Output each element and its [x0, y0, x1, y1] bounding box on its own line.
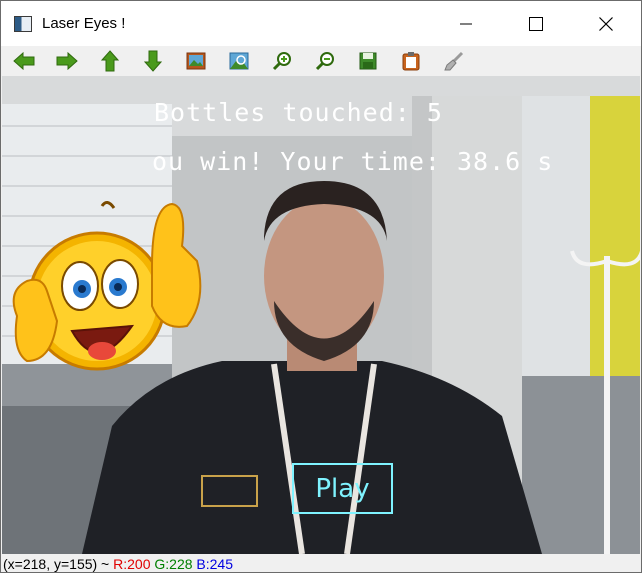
pan-right-icon: [56, 52, 78, 70]
status-b-value: B:245: [196, 556, 234, 572]
pan-up-icon: [101, 50, 119, 72]
maximize-button[interactable]: [501, 1, 571, 46]
minimize-icon: [460, 23, 472, 24]
maximize-icon: [529, 16, 543, 31]
title-bar: Laser Eyes !: [1, 1, 641, 46]
pan-down-button[interactable]: [141, 50, 165, 72]
zoom-image-icon: [186, 52, 206, 70]
pan-left-icon: [13, 52, 35, 70]
pan-down-icon: [144, 50, 162, 72]
window-title: Laser Eyes !: [42, 15, 126, 32]
window-controls: [431, 1, 641, 46]
properties-brush-icon: [444, 51, 464, 71]
status-bar: (x=218, y=155) ~ R:200 G:228 B:245: [1, 554, 641, 572]
close-button[interactable]: [571, 1, 641, 46]
save-button[interactable]: [356, 50, 380, 72]
status-g-value: G:228: [154, 556, 193, 572]
zoom-region-icon: [229, 52, 249, 70]
zoom-image-button[interactable]: [184, 50, 208, 72]
win-message-text: ou win! Your time: 38.6 s: [152, 147, 554, 176]
properties-button[interactable]: [442, 50, 466, 72]
copy-clipboard-icon: [402, 52, 420, 71]
pan-right-button[interactable]: [55, 50, 79, 72]
bottles-touched-text: Bottles touched: 5: [154, 98, 443, 127]
minimize-button[interactable]: [431, 1, 501, 46]
pan-left-button[interactable]: [12, 50, 36, 72]
zoom-in-icon: [272, 52, 291, 71]
status-coords: (x=218, y=155) ~: [3, 556, 110, 572]
zoom-out-button[interactable]: [313, 50, 337, 72]
close-icon: [599, 16, 613, 31]
zoom-region-button[interactable]: [227, 50, 251, 72]
pan-up-button[interactable]: [98, 50, 122, 72]
copy-clipboard-button[interactable]: [399, 50, 423, 72]
zoom-out-icon: [315, 52, 334, 71]
toolbar: [1, 46, 641, 76]
status-r-value: R:200: [113, 556, 151, 572]
camera-view[interactable]: Bottles touched: 5 ou win! Your time: 38…: [2, 76, 640, 554]
save-icon: [359, 52, 377, 70]
app-icon: [14, 15, 32, 32]
zoom-in-button[interactable]: [270, 50, 294, 72]
app-window: Laser Eyes ! Bottles touched: 5 ou win! …: [0, 0, 642, 573]
play-button[interactable]: Play: [292, 463, 393, 514]
